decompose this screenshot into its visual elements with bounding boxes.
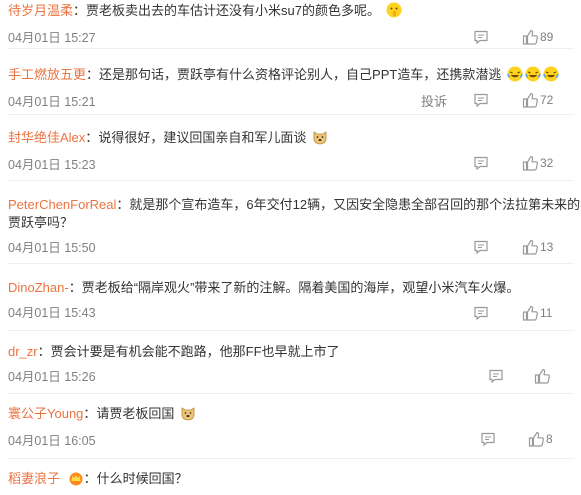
divider xyxy=(8,263,574,264)
laugh-cry-emoji-icon xyxy=(525,66,541,82)
reply-icon[interactable] xyxy=(473,29,489,45)
divider xyxy=(8,48,574,49)
reply-icon[interactable] xyxy=(488,368,504,384)
comment-text: 贾老板卖出去的车估计还没有小米su7的颜色多呢。 xyxy=(86,3,380,18)
comment-actions xyxy=(470,368,580,388)
like-icon[interactable] xyxy=(522,29,538,45)
comment-text: 贾会计要是有机会能不跑路，他那FF也早就上市了 xyxy=(50,344,340,359)
comment-line: 寰公子Young：请贾老板回国 xyxy=(8,405,196,423)
comment-text: 贾老板给“隔岸观火”带来了新的注解。隔着美国的海岸，观望小米汽车火爆。 xyxy=(81,280,520,295)
comment-actions: 11 xyxy=(470,305,580,325)
laugh-cry-emoji-icon xyxy=(543,66,559,82)
comment-time: 04月01日 15:43 xyxy=(8,306,96,320)
divider xyxy=(8,114,574,115)
like-icon[interactable] xyxy=(522,155,538,171)
comment-line: DinoZhan-：贾老板给“隔岸观火”带来了新的注解。隔着美国的海岸，观望小米… xyxy=(8,280,520,295)
comment-username[interactable]: 手工燃放五更 xyxy=(8,67,86,82)
like-count: 8 xyxy=(546,432,553,446)
comment-line: 手工燃放五更：还是那句话，贾跃亭有什么资格评论别人，自己PPT造车，还携款潜逃 xyxy=(8,66,559,84)
divider xyxy=(8,393,574,394)
like-icon[interactable] xyxy=(534,368,550,384)
comment-line: dr_zr：贾会计要是有机会能不跑路，他那FF也早就上市了 xyxy=(8,344,340,359)
comment-line: 封华绝佳Alex：说得很好，建议回国亲自和军儿面谈 xyxy=(8,129,328,147)
comment-actions: 32 xyxy=(470,155,580,175)
comment-text: 说得很好，建议回国亲自和军儿面谈 xyxy=(98,130,307,145)
shush-emoji-icon xyxy=(386,2,402,18)
comment-time: 04月01日 15:27 xyxy=(8,31,96,45)
comment-actions: 72 xyxy=(470,92,580,112)
comment-username[interactable]: DinoZhan- xyxy=(8,280,69,295)
like-count: 13 xyxy=(540,240,554,254)
reply-icon[interactable] xyxy=(480,431,496,447)
comment-line: 待岁月温柔：贾老板卖出去的车估计还没有小米su7的颜色多呢。 xyxy=(8,2,402,20)
comment-username[interactable]: 待岁月温柔 xyxy=(8,3,73,18)
comment-time: 04月01日 15:26 xyxy=(8,370,96,384)
like-count: 32 xyxy=(540,156,554,170)
comment-username[interactable]: PeterChenForReal xyxy=(8,197,116,212)
like-count: 11 xyxy=(540,306,553,320)
reply-icon[interactable] xyxy=(473,155,489,171)
like-icon[interactable] xyxy=(528,431,544,447)
laugh-cry-emoji-icon xyxy=(507,66,523,82)
comment-username[interactable]: 稻妻浪子 xyxy=(8,471,60,486)
comment-line: PeterChenForReal：就是那个宣布造车，6年交付12辆，又因安全隐患… xyxy=(8,196,581,214)
comment-text: 就是那个宣布造车，6年交付12辆，又因安全隐患全部召回的那个法拉第未来的老板 xyxy=(129,197,581,212)
comment-username[interactable]: 封华绝佳Alex xyxy=(8,130,85,145)
like-icon[interactable] xyxy=(522,239,538,255)
comment-line: 稻妻浪子 ：什么时候回国？ xyxy=(8,471,188,486)
reply-icon[interactable] xyxy=(473,92,489,108)
comment-username[interactable]: 寰公子Young xyxy=(8,406,83,421)
comment-actions: 13 xyxy=(470,239,580,259)
comment-time: 04月01日 16:05 xyxy=(8,434,96,448)
reply-icon[interactable] xyxy=(473,239,489,255)
like-icon[interactable] xyxy=(522,92,538,108)
comment-text-continued: 贾跃亭吗？ xyxy=(8,215,74,230)
doge-emoji-icon xyxy=(313,131,327,145)
comment-text: 什么时候回国？ xyxy=(96,471,188,486)
comment-text: 请贾老板回国 xyxy=(96,406,175,421)
comment-text: 还是那句话，贾跃亭有什么资格评论别人，自己PPT造车，还携款潜逃 xyxy=(99,67,502,82)
reply-icon[interactable] xyxy=(473,305,489,321)
comment-time: 04月01日 15:21 xyxy=(8,95,96,109)
like-icon[interactable] xyxy=(522,305,538,321)
divider xyxy=(8,330,574,331)
comment-time: 04月01日 15:23 xyxy=(8,158,96,172)
report-button[interactable]: 投诉 xyxy=(421,91,447,110)
divider xyxy=(8,458,574,459)
like-count: 72 xyxy=(540,93,554,107)
crown-icon xyxy=(69,472,83,486)
doge-emoji-icon xyxy=(181,407,195,421)
divider xyxy=(8,180,574,181)
comment-time: 04月01日 15:50 xyxy=(8,241,96,255)
comment-actions: 89 xyxy=(470,29,580,49)
comment-username[interactable]: dr_zr xyxy=(8,344,38,359)
like-count: 89 xyxy=(540,30,554,44)
comment-actions: 8 xyxy=(470,431,580,451)
